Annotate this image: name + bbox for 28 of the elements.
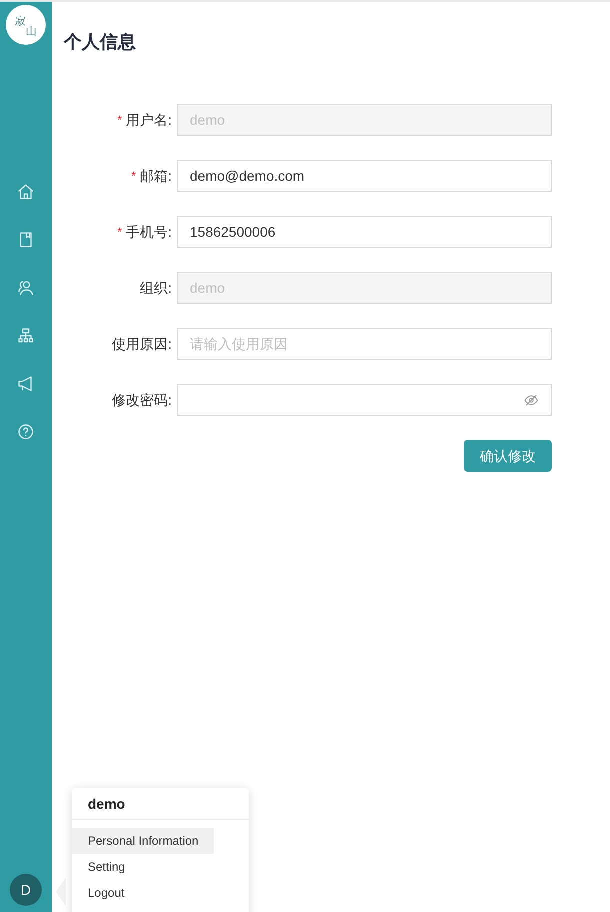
input-field[interactable]: 15862500006	[177, 216, 552, 248]
menu-item[interactable]: Personal Information	[72, 828, 214, 854]
menu-item[interactable]: Logout	[72, 880, 214, 906]
required-asterisk: *	[131, 168, 136, 184]
avatar[interactable]: D	[10, 874, 42, 906]
hierarchy-icon[interactable]	[17, 327, 35, 345]
field-label: 修改密码:	[112, 391, 172, 410]
field-label: 手机号:	[126, 223, 172, 242]
required-asterisk: *	[117, 112, 122, 128]
eye-slash-icon[interactable]	[524, 392, 539, 408]
field-label: 用户名:	[126, 111, 172, 130]
field-label: 使用原因:	[112, 335, 172, 354]
menu-item[interactable]: Setting	[72, 854, 214, 880]
page-title: 个人信息	[64, 31, 137, 54]
logo-text: 山	[26, 26, 37, 36]
field-label: 邮箱:	[140, 167, 172, 186]
field-label: 组织:	[140, 279, 172, 298]
help-icon[interactable]	[17, 423, 35, 441]
book-icon[interactable]	[17, 231, 35, 249]
input-field[interactable]: demo@demo.com	[177, 160, 552, 192]
input-field[interactable]: 请输入使用原因	[177, 328, 552, 360]
home-icon[interactable]	[17, 183, 35, 201]
password-field[interactable]	[177, 384, 552, 416]
menu-username: demo	[72, 788, 249, 820]
required-asterisk: *	[117, 224, 122, 240]
logo-text: 寂	[15, 16, 26, 26]
users-icon[interactable]	[17, 279, 35, 297]
megaphone-icon[interactable]	[17, 375, 35, 393]
